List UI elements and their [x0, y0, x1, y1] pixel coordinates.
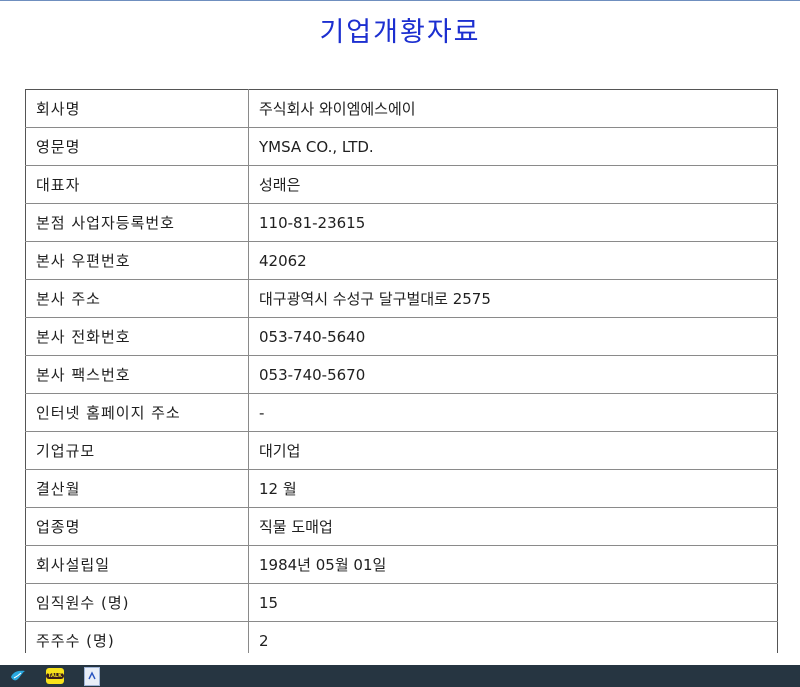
row-label: 결산월	[25, 469, 249, 508]
row-label: 본사 주소	[25, 279, 249, 318]
row-label: 기업규모	[25, 431, 249, 470]
table-row: 회사명 주식회사 와이엠에스에이	[25, 89, 778, 128]
row-value: 12 월	[248, 469, 778, 508]
table-row: 본점 사업자등록번호 110-81-23615	[25, 203, 778, 242]
row-value: 110-81-23615	[248, 203, 778, 242]
row-label: 업종명	[25, 507, 249, 546]
bird-app-icon-graphic	[11, 670, 25, 681]
row-value: 직물 도매업	[248, 507, 778, 546]
table-row: 본사 주소 대구광역시 수성구 달구벌대로 2575	[25, 279, 778, 318]
table-row: 영문명 YMSA CO., LTD.	[25, 127, 778, 166]
row-value: 1984년 05월 01일	[248, 545, 778, 584]
kakaotalk-icon[interactable]: TALK	[46, 667, 64, 685]
taskbar: TALK	[0, 665, 800, 687]
document-icon-mark	[88, 671, 96, 680]
table-row: 본사 전화번호 053-740-5640	[25, 317, 778, 356]
table-row: 기업규모 대기업	[25, 431, 778, 470]
document-icon[interactable]	[83, 666, 101, 686]
row-label: 본점 사업자등록번호	[25, 203, 249, 242]
row-label: 본사 우편번호	[25, 241, 249, 280]
table-row: 본사 우편번호 42062	[25, 241, 778, 280]
row-label: 인터넷 홈페이지 주소	[25, 393, 249, 432]
row-value: 42062	[248, 241, 778, 280]
table-row: 업종명 직물 도매업	[25, 507, 778, 546]
row-value: 대구광역시 수성구 달구벌대로 2575	[248, 279, 778, 318]
row-value: 주식회사 와이엠에스에이	[248, 89, 778, 128]
row-value: 대기업	[248, 431, 778, 470]
page-title: 기업개황자료	[319, 17, 481, 48]
document-icon-box	[84, 666, 100, 686]
table-row: 결산월 12 월	[25, 469, 778, 508]
row-label: 대표자	[25, 165, 249, 204]
table-row: 회사설립일 1984년 05월 01일	[25, 545, 778, 584]
table-row: 인터넷 홈페이지 주소 -	[25, 393, 778, 432]
table-row: 임직원수 (명) 15	[25, 583, 778, 622]
row-label: 회사명	[25, 89, 249, 128]
row-label: 본사 팩스번호	[25, 355, 249, 394]
page-bottom-gap	[0, 653, 800, 665]
bird-app-icon[interactable]	[9, 667, 27, 685]
row-value: -	[248, 393, 778, 432]
row-value: YMSA CO., LTD.	[248, 127, 778, 166]
row-value: 053-740-5640	[248, 317, 778, 356]
row-label: 영문명	[25, 127, 249, 166]
kakaotalk-icon-box: TALK	[46, 668, 64, 684]
row-value: 15	[248, 583, 778, 622]
row-label: 임직원수 (명)	[25, 583, 249, 622]
row-label: 회사설립일	[25, 545, 249, 584]
row-label: 본사 전화번호	[25, 317, 249, 356]
table-row: 본사 팩스번호 053-740-5670	[25, 355, 778, 394]
row-value: 053-740-5670	[248, 355, 778, 394]
row-value: 성래은	[248, 165, 778, 204]
kakaotalk-label: TALK	[46, 673, 64, 679]
top-border	[0, 0, 800, 1]
table-row: 대표자 성래은	[25, 165, 778, 204]
company-info-table: 회사명 주식회사 와이엠에스에이 영문명 YMSA CO., LTD. 대표자 …	[25, 89, 778, 660]
